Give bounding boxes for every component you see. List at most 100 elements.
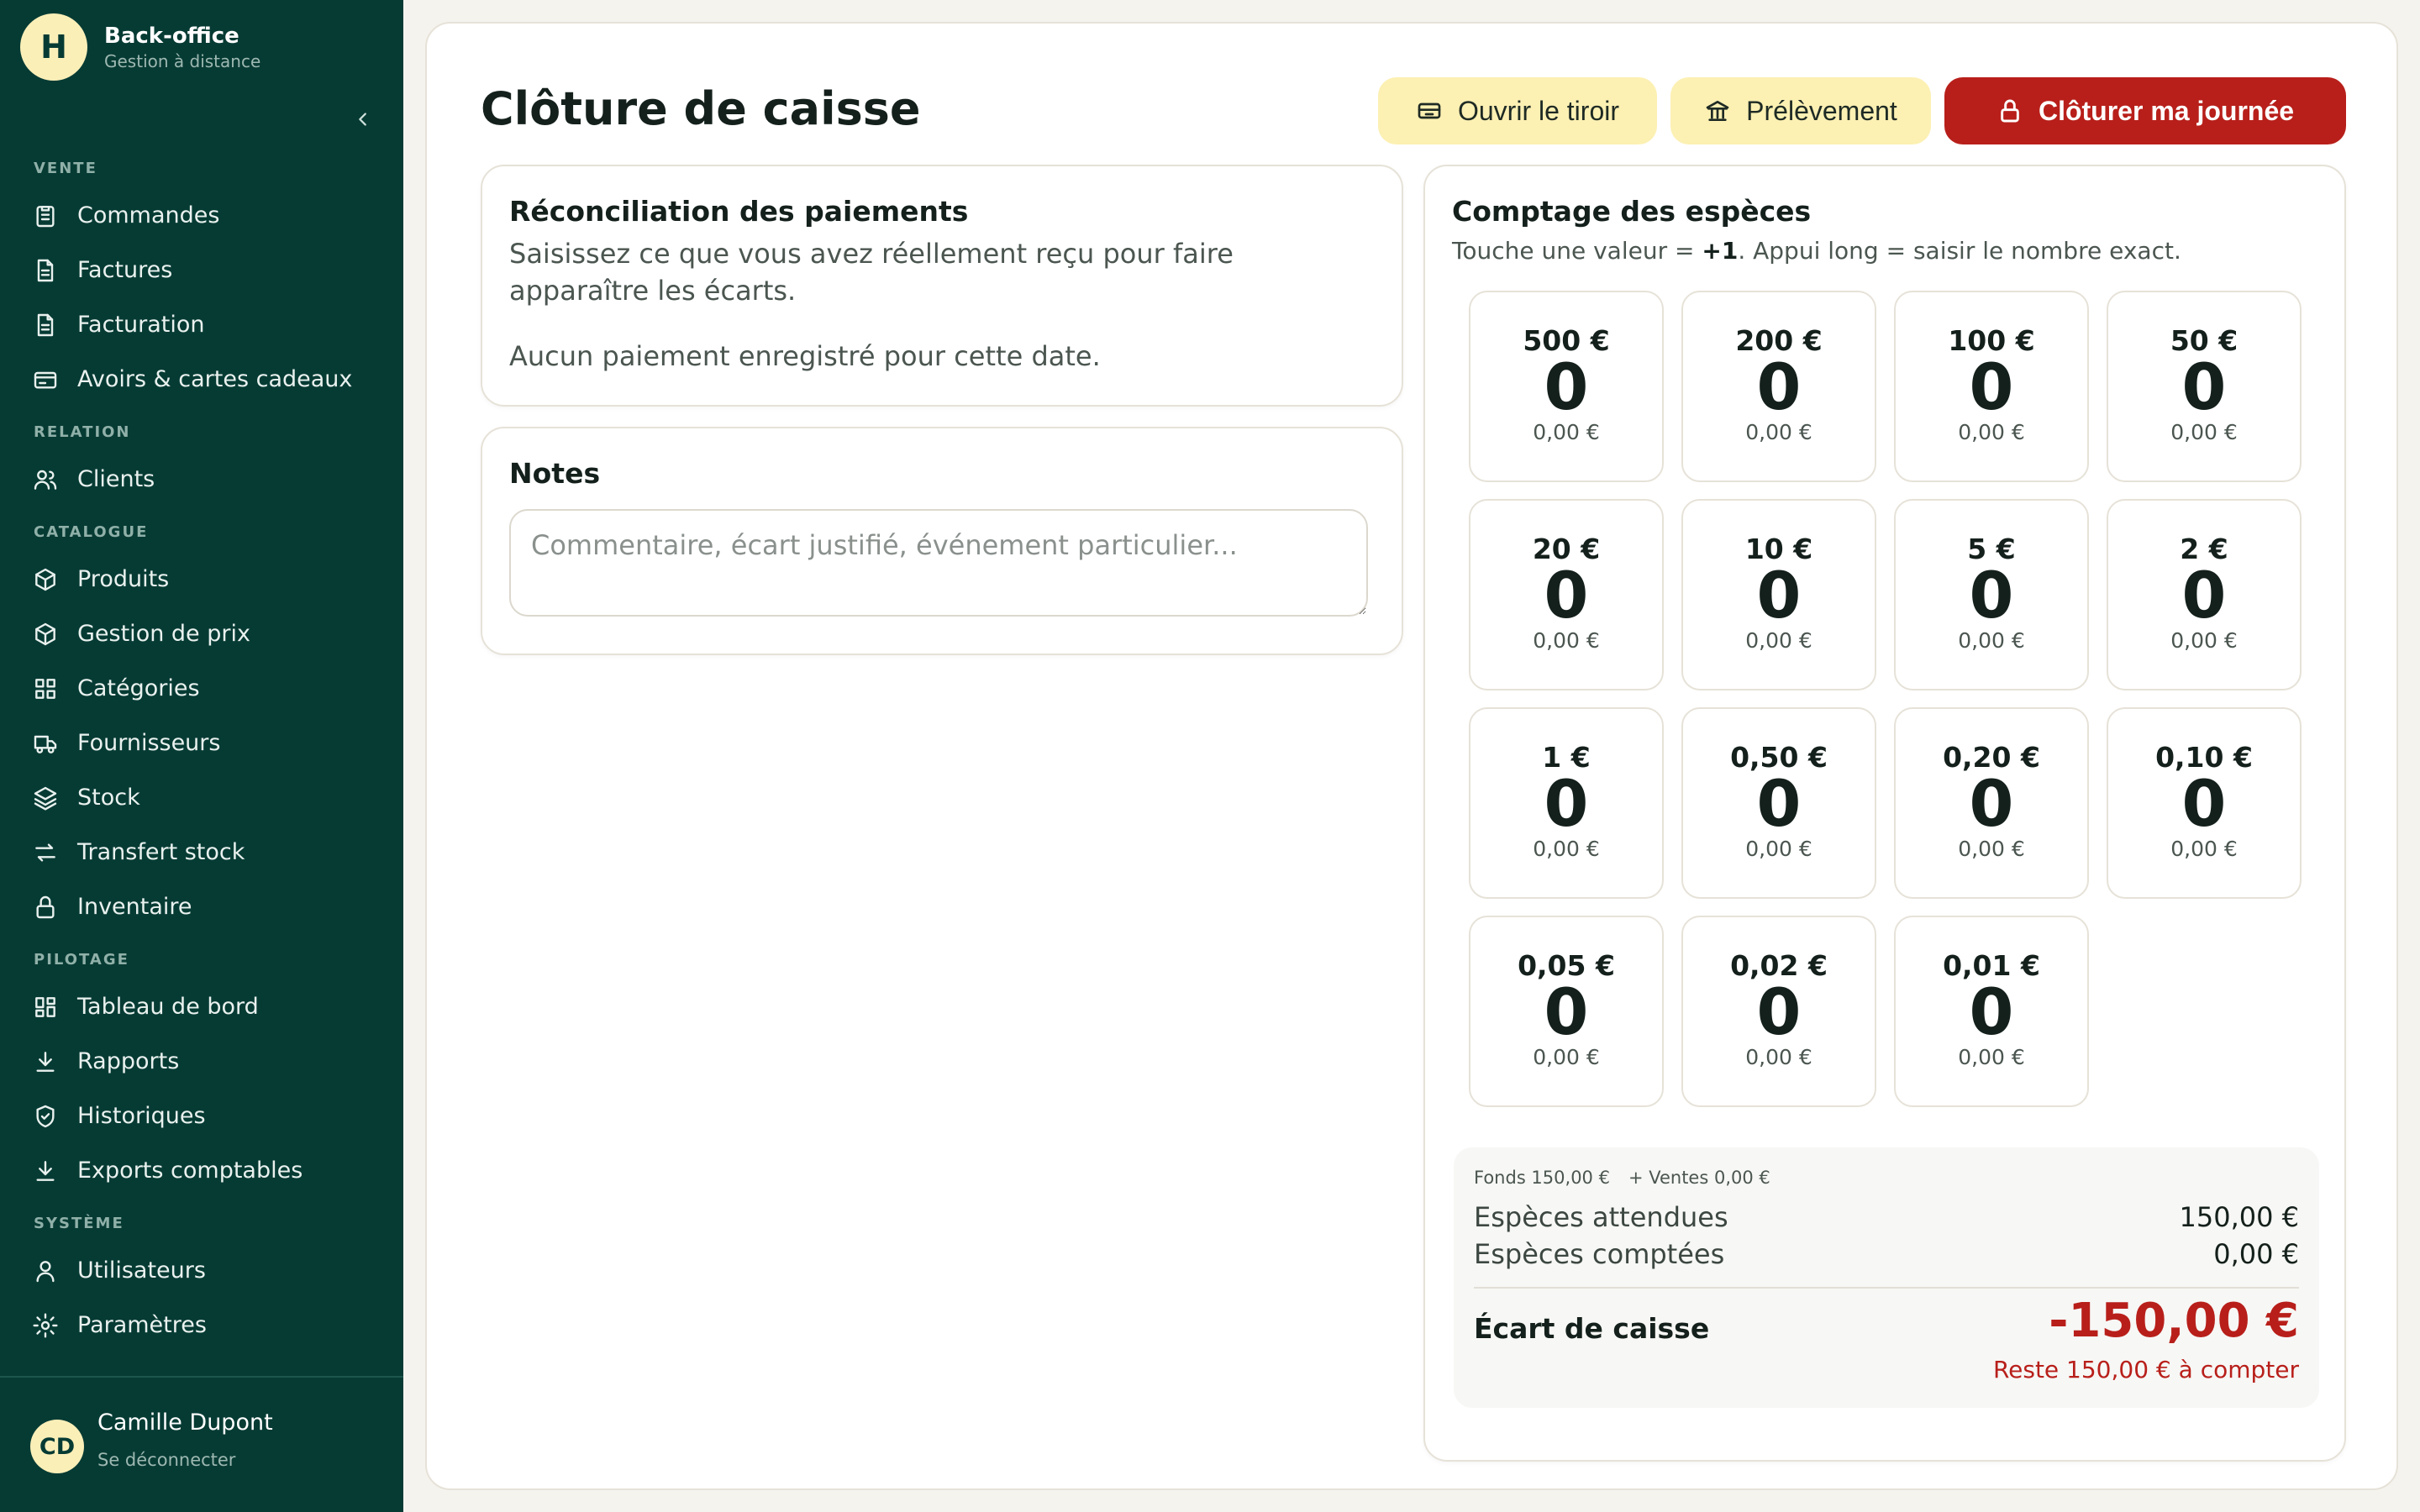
denomination-total: 0,00 € bbox=[1533, 628, 1600, 653]
box-icon bbox=[30, 619, 60, 649]
expected-row: Espèces attendues 150,00 € bbox=[1474, 1201, 2299, 1233]
sidebar-item-inventaire[interactable]: Inventaire bbox=[0, 879, 403, 934]
sidebar-item-label: Tableau de bord bbox=[77, 994, 259, 1020]
sidebar-item-tableau-de-bord[interactable]: Tableau de bord bbox=[0, 979, 403, 1034]
sidebar-item-transfert-stock[interactable]: Transfert stock bbox=[0, 825, 403, 879]
ventes-value: + Ventes 0,00 € bbox=[1628, 1168, 1770, 1188]
sidebar-item-label: Catégories bbox=[77, 675, 200, 701]
notes-title: Notes bbox=[509, 457, 601, 490]
denomination-tile[interactable]: 200 €0 0,00 € bbox=[1681, 291, 1876, 482]
sidebar-item-utilisateurs[interactable]: Utilisateurs bbox=[0, 1243, 403, 1298]
brand[interactable]: H Back-office Gestion à distance bbox=[20, 13, 260, 81]
sidebar-item-commandes[interactable]: Commandes bbox=[0, 188, 403, 243]
ecart-value: -150,00 € bbox=[2049, 1294, 2299, 1348]
sidebar-item-rapports[interactable]: Rapports bbox=[0, 1034, 403, 1089]
hint-prefix: Touche une valeur = bbox=[1452, 237, 1702, 265]
sidebar-item-label: Clients bbox=[77, 466, 155, 492]
transfer-icon bbox=[30, 837, 60, 868]
sidebar-item-clients[interactable]: Clients bbox=[0, 452, 403, 507]
open-drawer-button[interactable]: Ouvrir le tiroir bbox=[1378, 77, 1657, 144]
shield-icon bbox=[30, 1101, 60, 1131]
nav-section-label: RELATION bbox=[34, 423, 131, 441]
denomination-tile[interactable]: 0,02 €0 0,00 € bbox=[1681, 916, 1876, 1107]
sidebar-item-label: Transfert stock bbox=[77, 839, 245, 865]
sidebar-item-label: Paramètres bbox=[77, 1312, 207, 1338]
denomination-tile[interactable]: 0,50 €0 0,00 € bbox=[1681, 707, 1876, 899]
user-name: Camille Dupont bbox=[97, 1410, 273, 1436]
denomination-total: 0,00 € bbox=[1958, 1045, 2025, 1069]
summary-meta: Fonds 150,00 € + Ventes 0,00 € bbox=[1474, 1168, 1770, 1188]
denomination-total: 0,00 € bbox=[1533, 1045, 1600, 1069]
sidebar-item-label: Historiques bbox=[77, 1103, 206, 1129]
sidebar-item-categories[interactable]: Catégories bbox=[0, 661, 403, 716]
denomination-tile[interactable]: 5 €0 0,00 € bbox=[1894, 499, 2089, 690]
denomination-total: 0,00 € bbox=[1533, 420, 1600, 444]
sidebar-item-gestion-de-prix[interactable]: Gestion de prix bbox=[0, 606, 403, 661]
sidebar-item-label: Gestion de prix bbox=[77, 621, 250, 647]
sidebar-item-label: Fournisseurs bbox=[77, 730, 221, 756]
card-icon bbox=[30, 365, 60, 395]
denomination-count: 0 bbox=[1544, 558, 1589, 633]
denomination-total: 0,00 € bbox=[1745, 1045, 1812, 1069]
sidebar-item-parametres[interactable]: Paramètres bbox=[0, 1298, 403, 1352]
denomination-tile[interactable]: 0,01 €0 0,00 € bbox=[1894, 916, 2089, 1107]
denomination-tile[interactable]: 0,05 €0 0,00 € bbox=[1469, 916, 1664, 1107]
denomination-tile[interactable]: 2 €0 0,00 € bbox=[2107, 499, 2302, 690]
notes-field[interactable] bbox=[509, 509, 1368, 617]
hint-bold: +1 bbox=[1702, 237, 1739, 265]
brand-logo: H bbox=[20, 13, 87, 81]
page-title: Clôture de caisse bbox=[481, 82, 921, 135]
collapse-sidebar-button[interactable] bbox=[346, 102, 380, 136]
denomination-tile[interactable]: 500 €0 0,00 € bbox=[1469, 291, 1664, 482]
denomination-count: 0 bbox=[1756, 349, 1802, 424]
cash-summary: Fonds 150,00 € + Ventes 0,00 € Espèces at… bbox=[1454, 1147, 2319, 1408]
close-day-button[interactable]: Clôturer ma journée bbox=[1944, 77, 2346, 144]
denomination-count: 0 bbox=[1756, 974, 1802, 1049]
denomination-count: 0 bbox=[1544, 349, 1589, 424]
denomination-count: 0 bbox=[2181, 766, 2227, 841]
users-icon bbox=[30, 465, 60, 495]
counted-row: Espèces comptées 0,00 € bbox=[1474, 1238, 2299, 1270]
avatar[interactable]: CD bbox=[30, 1420, 84, 1473]
sidebar-item-fournisseurs[interactable]: Fournisseurs bbox=[0, 716, 403, 770]
sidebar-item-facturation[interactable]: Facturation bbox=[0, 297, 403, 352]
sidebar-item-label: Commandes bbox=[77, 202, 220, 228]
denomination-count: 0 bbox=[1969, 766, 2014, 841]
drawer-icon bbox=[1418, 102, 1441, 119]
chevron-left-icon bbox=[359, 113, 366, 126]
nav-section-label: SYSTÈME bbox=[34, 1215, 124, 1232]
cash-count-hint: Touche une valeur = +1. Appui long = sai… bbox=[1452, 237, 2181, 265]
denomination-tile[interactable]: 10 €0 0,00 € bbox=[1681, 499, 1876, 690]
denomination-tile[interactable]: 20 €0 0,00 € bbox=[1469, 499, 1664, 690]
ecart-remaining: Reste 150,00 € à compter bbox=[1992, 1356, 2299, 1383]
main-panel: Clôture de caisse Ouvrir le tiroir Prélè… bbox=[425, 22, 2398, 1490]
sidebar-item-label: Utilisateurs bbox=[77, 1257, 206, 1284]
reconciliation-description: Saisissez ce que vous avez réellement re… bbox=[509, 238, 1234, 307]
denomination-tile[interactable]: 50 €0 0,00 € bbox=[2107, 291, 2302, 482]
notes-card: Notes bbox=[481, 427, 1403, 655]
open-drawer-label: Ouvrir le tiroir bbox=[1457, 95, 1619, 126]
download-icon bbox=[30, 1047, 60, 1077]
sidebar-item-label: Stock bbox=[77, 785, 140, 811]
sidebar-item-produits[interactable]: Produits bbox=[0, 552, 403, 606]
box-icon bbox=[30, 564, 60, 595]
document-icon bbox=[30, 310, 60, 340]
denomination-tile[interactable]: 100 €0 0,00 € bbox=[1894, 291, 2089, 482]
logout-link[interactable]: Se déconnecter bbox=[97, 1450, 235, 1470]
withdrawal-button[interactable]: Prélèvement bbox=[1670, 77, 1931, 144]
layers-icon bbox=[30, 783, 60, 813]
grid-icon bbox=[30, 674, 60, 704]
sidebar-item-historiques[interactable]: Historiques bbox=[0, 1089, 403, 1143]
denomination-tile[interactable]: 0,10 €0 0,00 € bbox=[2107, 707, 2302, 899]
sidebar-item-exports-comptables[interactable]: Exports comptables bbox=[0, 1143, 403, 1198]
sidebar-item-avoirs-cartes-cadeaux[interactable]: Avoirs & cartes cadeaux bbox=[0, 352, 403, 407]
denomination-tile[interactable]: 1 €0 0,00 € bbox=[1469, 707, 1664, 899]
user-icon bbox=[30, 1256, 60, 1286]
sidebar-item-factures[interactable]: Factures bbox=[0, 243, 403, 297]
download-icon bbox=[30, 1156, 60, 1186]
lock-icon bbox=[2001, 99, 2019, 123]
sidebar-item-stock[interactable]: Stock bbox=[0, 770, 403, 825]
reconciliation-card: Réconciliation des paiements Saisissez c… bbox=[481, 165, 1403, 407]
denomination-total: 0,00 € bbox=[1533, 837, 1600, 861]
denomination-tile[interactable]: 0,20 €0 0,00 € bbox=[1894, 707, 2089, 899]
